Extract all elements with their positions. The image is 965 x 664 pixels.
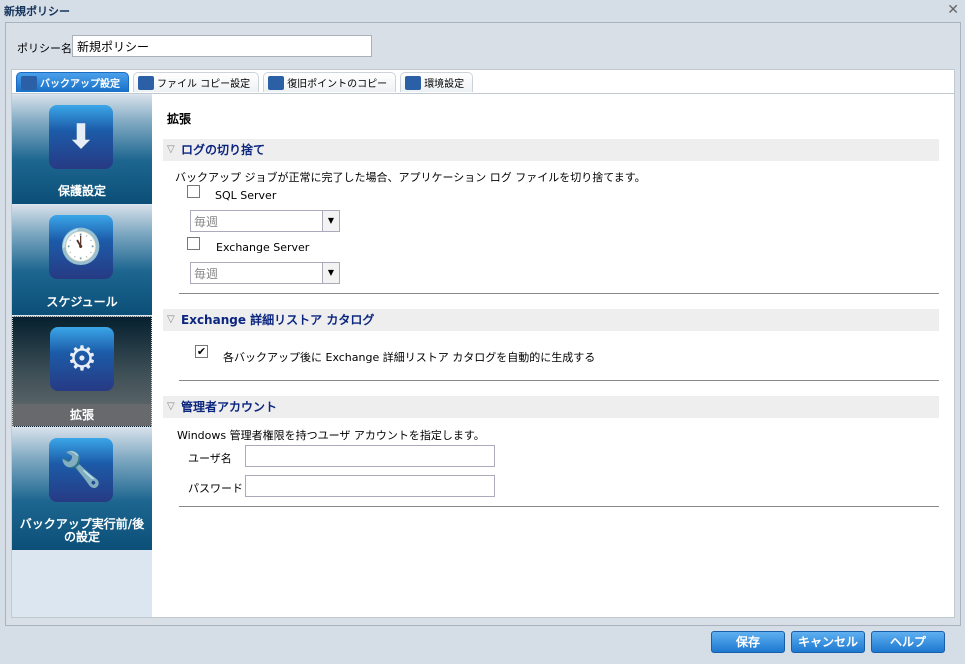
close-icon[interactable]: ✕ [947, 2, 959, 18]
page-title: 拡張 [167, 112, 192, 126]
chevron-down-icon: ▼ [322, 263, 339, 283]
tab-label: ファイル コピー設定 [157, 79, 251, 90]
password-label: パスワード [188, 482, 243, 495]
divider [179, 293, 939, 294]
section-exchange-catalog[interactable]: Exchange 詳細リストア カタログ [163, 309, 939, 331]
sidebar-item-label: スケジュール [46, 295, 118, 309]
section-admin-account[interactable]: 管理者アカウント [163, 396, 939, 418]
tab-backup-settings[interactable]: バックアップ設定 [16, 72, 129, 92]
cancel-button[interactable]: キャンセル [791, 631, 865, 653]
sql-server-label: SQL Server [215, 189, 277, 202]
username-input[interactable] [245, 445, 495, 467]
sidebar-item-schedule[interactable]: 🕚 スケジュール [12, 205, 152, 315]
select-value: 毎週 [194, 215, 219, 229]
policy-name-label: ポリシー名: [17, 42, 76, 55]
tab-preferences[interactable]: 環境設定 [400, 72, 474, 92]
catalog-checkbox[interactable]: ✔ [195, 345, 208, 358]
recovery-copy-icon [268, 75, 285, 90]
sql-frequency-select[interactable]: 毎週 ▼ [190, 210, 340, 232]
tab-label: 環境設定 [424, 79, 465, 90]
gear-icon [405, 75, 422, 90]
sidebar-item-protection[interactable]: ⬇ 保護設定 [12, 95, 152, 204]
tab-file-copy[interactable]: ファイル コピー設定 [133, 72, 260, 92]
file-copy-icon [138, 75, 154, 90]
exchange-server-checkbox[interactable] [187, 237, 200, 250]
divider [179, 380, 939, 381]
sidebar: ⬇ 保護設定 🕚 スケジュール ⚙ 拡張 🔧 バックアップ実行前/後の設定 [12, 94, 152, 617]
sidebar-item-label: 拡張 [13, 404, 151, 426]
sidebar-item-label: 保護設定 [57, 184, 106, 198]
window-title: 新規ポリシー [4, 5, 70, 18]
exchange-frequency-select[interactable]: 毎週 ▼ [190, 262, 340, 284]
clock-icon: 🕚 [49, 215, 113, 279]
sql-server-checkbox[interactable] [187, 185, 200, 198]
gears-icon: ⚙ [50, 327, 114, 391]
catalog-option-label: 各バックアップ後に Exchange 詳細リストア カタログを自動的に生成する [223, 351, 596, 364]
sidebar-item-advanced[interactable]: ⚙ 拡張 [12, 316, 152, 427]
content-area: ⬇ 保護設定 🕚 スケジュール ⚙ 拡張 🔧 バックアップ実行前/後の設定 拡張 ログの… [11, 93, 955, 618]
tab-label: 復旧ポイントのコピー [287, 79, 388, 90]
username-label: ユーザ名 [188, 452, 232, 465]
section-log-truncation[interactable]: ログの切り捨て [163, 139, 939, 161]
drive-download-icon: ⬇ [49, 105, 113, 169]
chevron-down-icon: ▼ [322, 211, 339, 231]
exchange-server-label: Exchange Server [216, 241, 310, 254]
backup-icon [21, 75, 37, 90]
admin-description: Windows 管理者権限を持つユーザ アカウントを指定します。 [177, 429, 485, 442]
tab-label: バックアップ設定 [40, 79, 120, 90]
select-value: 毎週 [194, 267, 219, 281]
divider [179, 506, 939, 507]
help-button[interactable]: ヘルプ [871, 631, 945, 653]
log-description: バックアップ ジョブが正常に完了した場合、アプリケーション ログ ファイルを切り… [175, 171, 646, 184]
password-input[interactable] [245, 475, 495, 497]
main-panel: 拡張 ログの切り捨て バックアップ ジョブが正常に完了した場合、アプリケーション… [153, 94, 954, 617]
tab-recovery-point-copy[interactable]: 復旧ポイントのコピー [263, 72, 397, 92]
wrench-icon: 🔧 [49, 438, 113, 502]
sidebar-item-pre-post[interactable]: 🔧 バックアップ実行前/後の設定 [12, 428, 152, 550]
policy-name-input[interactable] [72, 35, 372, 57]
sidebar-item-label: バックアップ実行前/後の設定 [19, 517, 145, 544]
save-button[interactable]: 保存 [711, 631, 785, 653]
tab-bar: バックアップ設定 ファイル コピー設定 復旧ポイントのコピー 環境設定 [11, 69, 955, 93]
